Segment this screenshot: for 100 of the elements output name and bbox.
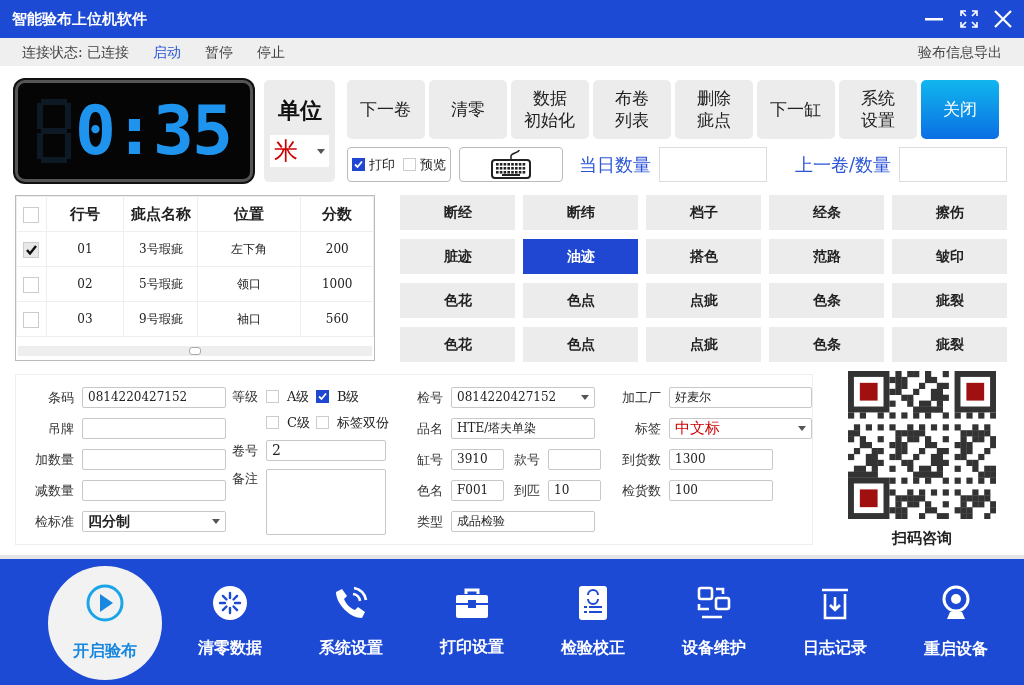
defect-button[interactable]: 档子 (646, 195, 761, 230)
checkbox-label: 预览 (419, 155, 446, 174)
toolbar-button[interactable]: 下一卷 (346, 80, 425, 139)
column-header: 分数 (322, 204, 353, 223)
table-cell: 200 (325, 242, 349, 256)
toolbar-button[interactable]: 布卷 列表 (592, 80, 671, 139)
counter-label: 上一卷/数量 (793, 153, 891, 177)
keyboard-button[interactable] (458, 147, 563, 182)
defect-button[interactable]: 疵裂 (892, 327, 1007, 362)
defect-button[interactable]: 色条 (769, 327, 884, 362)
input-field[interactable] (82, 418, 226, 439)
input-field[interactable] (82, 449, 226, 470)
toolbar-button[interactable]: 设备维护 (653, 566, 774, 680)
checkbox-label: A级 (286, 388, 310, 406)
trash-download-icon (819, 586, 850, 620)
counter-field[interactable] (658, 147, 767, 182)
horizontal-scrollbar[interactable] (18, 346, 372, 356)
input-field[interactable]: 2 (265, 440, 386, 461)
toolbar-button[interactable]: 打印设置 (411, 566, 532, 680)
counter-field[interactable] (899, 147, 1007, 182)
input-field[interactable]: 0814220427152 (82, 387, 226, 408)
defect-button[interactable]: 范路 (769, 239, 884, 274)
defect-button[interactable]: 色点 (523, 327, 638, 362)
defect-button[interactable]: 色花 (400, 283, 515, 318)
defect-button[interactable]: 擦伤 (892, 195, 1007, 230)
dropdown[interactable]: 中文标 (669, 418, 812, 439)
select-label: 检号 (416, 388, 443, 407)
field-label: 检货数 (621, 481, 661, 500)
defect-button[interactable]: 脏迹 (400, 239, 515, 274)
toolbar-button[interactable]: 下一缸 (756, 80, 835, 139)
menu-item[interactable]: 启动 (152, 41, 181, 63)
field-label: 条码 (47, 388, 74, 407)
defect-button[interactable]: 色花 (400, 327, 515, 362)
checklist-icon (578, 586, 607, 620)
table-cell: 5号瑕疵 (138, 277, 183, 291)
checkbox[interactable] (351, 158, 365, 171)
toolbar-button[interactable]: 日志记录 (774, 566, 895, 680)
close-icon[interactable] (994, 10, 1012, 28)
remark-field[interactable] (265, 469, 386, 535)
input-field[interactable]: F001 (451, 480, 504, 501)
phone-icon (333, 586, 368, 620)
input-field[interactable]: 10 (548, 480, 601, 501)
toolbar-button[interactable]: 系统设置 (290, 566, 411, 680)
input-field[interactable]: 好麦尔 (669, 387, 812, 408)
input-field[interactable]: 3910 (451, 449, 504, 470)
defect-button[interactable]: 经条 (769, 195, 884, 230)
defect-button[interactable]: 色条 (769, 283, 884, 318)
toolbar-button[interactable]: 清零数据 (169, 566, 290, 680)
defect-button[interactable]: 断经 (400, 195, 515, 230)
dropdown[interactable]: 四分制 (82, 511, 226, 532)
unit-select[interactable]: 米 (270, 135, 329, 167)
defect-button[interactable]: 油迹 (523, 239, 638, 274)
table-cell: 袖口 (237, 312, 262, 326)
dropdown[interactable]: 0814220427152 (451, 387, 595, 408)
toolbar-button[interactable]: 数据 初始化 (510, 80, 589, 139)
toolbar-button[interactable]: 清零 (428, 80, 507, 139)
toolbar-button[interactable]: 检验校正 (532, 566, 653, 680)
field-label: 加工厂 (621, 388, 661, 407)
status-label: 连接状态: (22, 42, 83, 62)
input-field[interactable]: 成品检验 (451, 511, 595, 532)
select-label: 检标准 (34, 512, 74, 531)
defect-button[interactable]: 疵裂 (892, 283, 1007, 318)
maximize-icon[interactable] (960, 10, 978, 28)
export-menu-item[interactable]: 验布信息导出 (918, 41, 1002, 63)
field-label: 款号 (513, 450, 540, 469)
defect-button[interactable]: 断纬 (523, 195, 638, 230)
checkbox-label: 打印 (368, 155, 395, 174)
defect-button[interactable]: 点疵 (646, 327, 761, 362)
select-label: 标签 (634, 419, 661, 438)
defect-button[interactable]: 点疵 (646, 283, 761, 318)
scroll-thumb[interactable] (189, 347, 201, 355)
table-cell: 左下角 (231, 242, 268, 256)
status-value: 已连接 (86, 42, 129, 62)
input-field[interactable]: 1300 (669, 449, 773, 470)
input-field[interactable] (548, 449, 601, 470)
defect-button[interactable]: 色点 (523, 283, 638, 318)
toolbox-icon (454, 587, 489, 619)
input-field[interactable]: HTE/塔夫单染 (451, 418, 595, 439)
table-cell: 3号瑕疵 (138, 242, 183, 256)
column-header: 位置 (234, 204, 265, 223)
menu-item[interactable]: 暂停 (204, 41, 233, 63)
table-cell: 02 (77, 277, 93, 291)
input-field[interactable]: 100 (669, 480, 773, 501)
field-label: 到货数 (621, 450, 661, 469)
toolbar-button[interactable]: 重启设备 (895, 566, 1016, 680)
table-cell: 560 (325, 312, 349, 326)
field-label: 色名 (416, 481, 443, 500)
checkbox-label: C级 (286, 413, 310, 432)
defect-button[interactable]: 搭色 (646, 239, 761, 274)
unit-label: 单位 (276, 96, 323, 125)
toolbar-button[interactable]: 系统 设置 (838, 80, 917, 139)
checkbox-label: B级 (336, 388, 360, 406)
led-reading: 0:35 (75, 97, 231, 165)
menu-item[interactable]: 停止 (256, 41, 285, 63)
field-label: 缸号 (416, 450, 443, 469)
input-field[interactable] (82, 480, 226, 501)
checkbox[interactable] (315, 390, 329, 404)
defect-button[interactable]: 皱印 (892, 239, 1007, 274)
toolbar-button[interactable]: 删除 疵点 (674, 80, 753, 139)
counter-label: 当日数量 (578, 153, 651, 177)
